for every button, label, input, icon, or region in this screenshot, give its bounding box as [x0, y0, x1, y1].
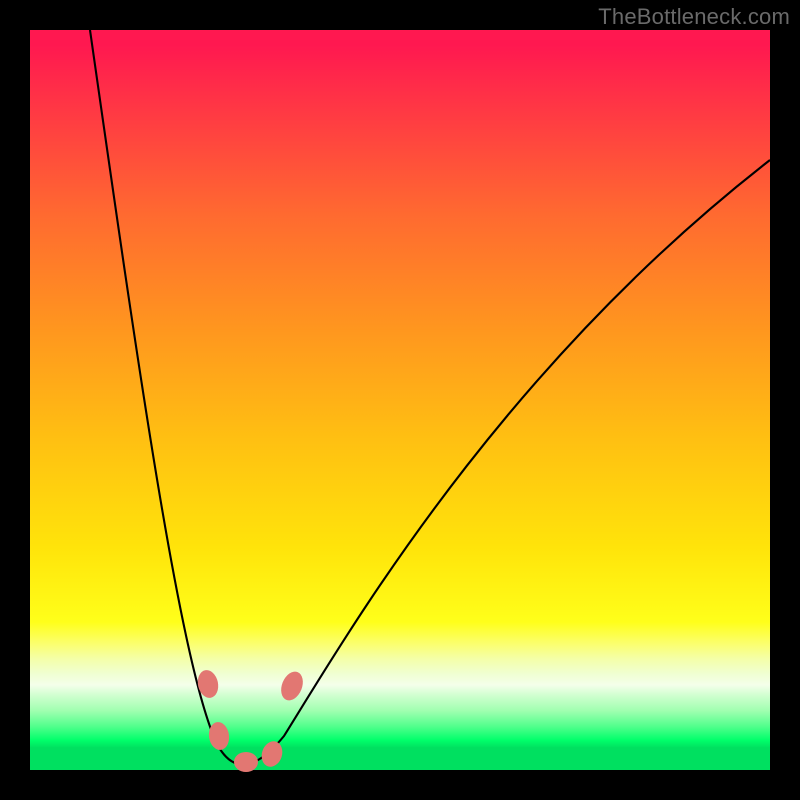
chart-plot-area: [30, 30, 770, 770]
bottleneck-curve: [90, 30, 770, 765]
chart-svg: [30, 30, 770, 770]
marker-left-lower-shape: [207, 721, 231, 752]
marker-right-lower: [258, 739, 285, 770]
watermark-text: TheBottleneck.com: [598, 4, 790, 30]
marker-right-upper: [277, 668, 307, 703]
marker-right-upper-shape: [277, 668, 307, 703]
marker-left-lower: [207, 721, 231, 752]
marker-bottom-mid: [234, 752, 258, 772]
marker-left-upper-shape: [195, 668, 220, 700]
chart-frame: TheBottleneck.com: [0, 0, 800, 800]
marker-right-lower-shape: [258, 739, 285, 770]
marker-bottom-mid-shape: [234, 752, 258, 772]
marker-left-upper: [195, 668, 220, 700]
